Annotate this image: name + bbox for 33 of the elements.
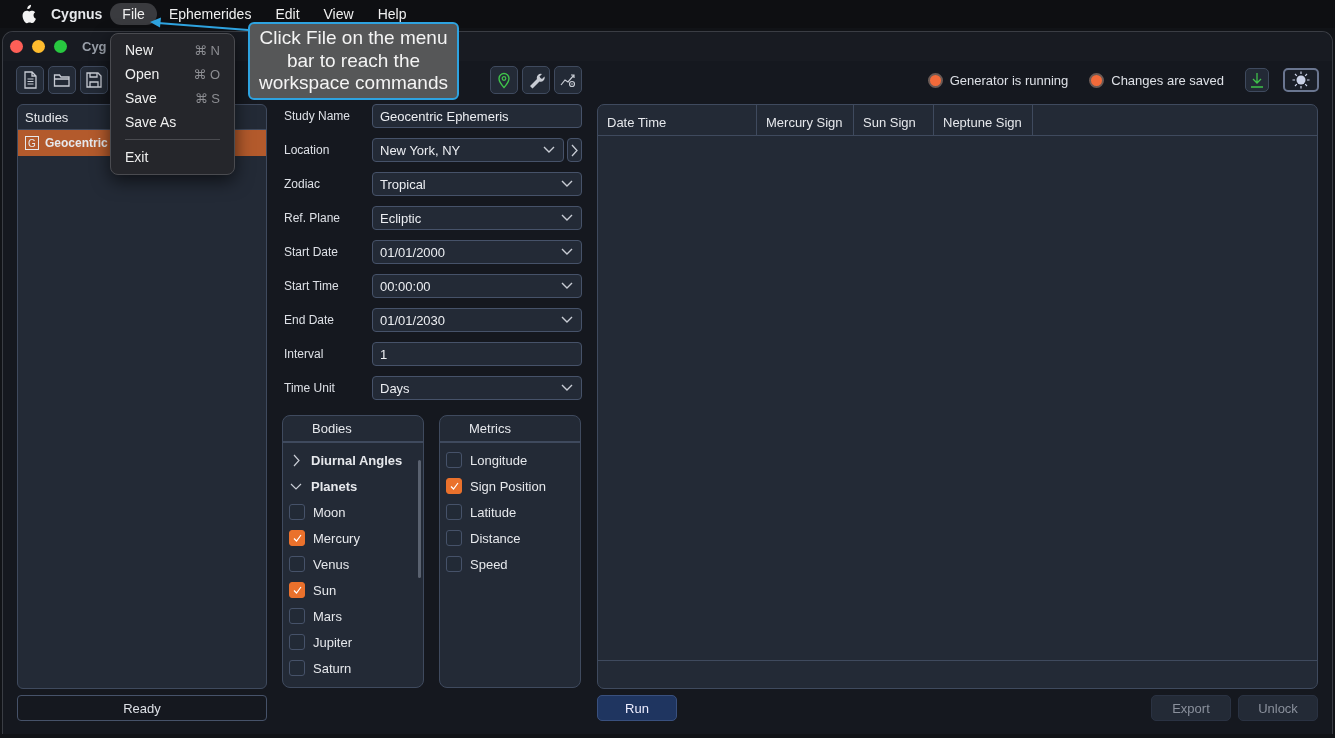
panel-header: Metrics xyxy=(469,421,511,436)
study-badge: G xyxy=(25,136,39,150)
status-label: Generator is running xyxy=(949,72,1069,88)
status-bar: Ready xyxy=(17,695,267,721)
checkbox-label: Latitude xyxy=(470,504,517,520)
checkbox-label: Mars xyxy=(313,608,342,624)
checkbox-label: Moon xyxy=(313,504,346,520)
window-title: Cyg xyxy=(82,39,107,54)
checkbox-label: Mercury xyxy=(313,530,360,546)
checkbox-label: Speed xyxy=(470,556,508,572)
field-label: Time Unit xyxy=(283,381,336,395)
field-label: Interval xyxy=(283,347,325,361)
field-label: Start Date xyxy=(283,245,340,259)
field-label: Study Name xyxy=(283,109,352,123)
shortcut-label: ⌘ N xyxy=(194,42,220,58)
checkbox-label: Sign Position xyxy=(470,478,546,494)
checkbox-label: Distance xyxy=(470,530,521,546)
checkbox-label: Sun xyxy=(313,582,337,598)
checkbox-label: Saturn xyxy=(313,660,352,676)
field-label: End Date xyxy=(283,313,336,327)
checkbox-label: Longitude xyxy=(470,452,528,468)
field-label: Location xyxy=(283,143,331,157)
shortcut-label: ⌘ O xyxy=(193,66,220,82)
checkbox-label: Venus xyxy=(313,556,350,572)
panel-header: Bodies xyxy=(312,421,352,436)
checkbox-label: Jupiter xyxy=(313,634,353,650)
field-label: Zodiac xyxy=(283,177,322,191)
field-label: Start Time xyxy=(283,279,340,293)
tooltip-callout: Click File on the menu bar to reach the workspace commands xyxy=(248,22,459,100)
status-label: Changes are saved xyxy=(1111,72,1224,88)
shortcut-label: ⌘ S xyxy=(194,90,220,106)
panel-header: Studies xyxy=(25,109,69,125)
field-label: Ref. Plane xyxy=(283,211,342,225)
